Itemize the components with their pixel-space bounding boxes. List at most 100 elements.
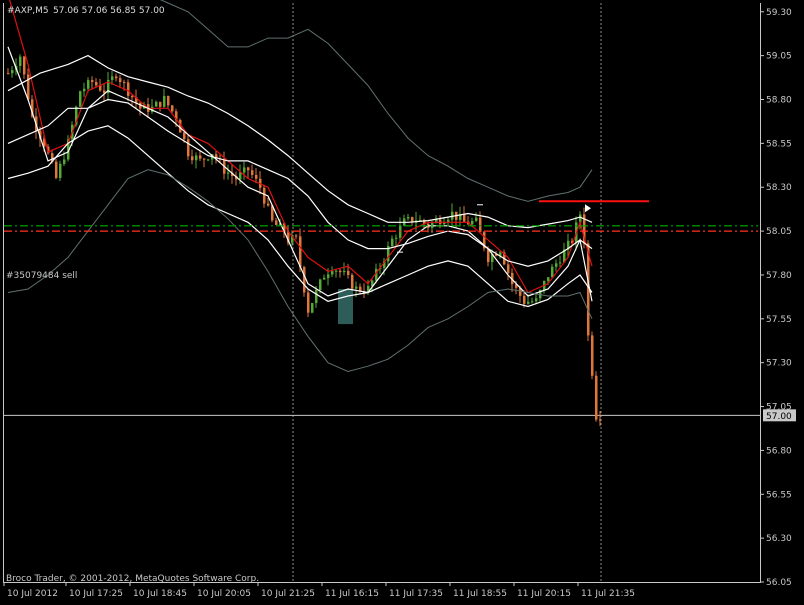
candle-bear <box>275 220 278 225</box>
candle-bull <box>63 159 66 164</box>
candle-bear <box>463 214 466 222</box>
candle-bear <box>131 95 134 98</box>
candle-bull <box>407 217 410 219</box>
chart-background <box>0 0 804 605</box>
candle-bear <box>183 132 186 140</box>
x-tick-label: 10 Jul 2012 <box>7 589 58 599</box>
y-tick-label: 58.55 <box>766 139 792 149</box>
candle-bear <box>123 82 126 84</box>
y-tick-label: 58.30 <box>766 183 792 193</box>
candle-bull <box>163 96 166 107</box>
candle-bear <box>299 236 302 268</box>
candle-bear <box>307 292 310 313</box>
ohlc-readout: 57.06 57.06 56.85 57.00 <box>53 6 165 16</box>
candle-bull <box>111 76 114 80</box>
x-tick-label: 11 Jul 17:35 <box>389 589 443 599</box>
candle-bear <box>159 101 162 107</box>
candle-bull <box>155 101 158 107</box>
candle-bull <box>11 70 14 74</box>
candle-bear <box>199 155 202 159</box>
current-price-badge: 57.00 <box>763 409 796 422</box>
candle-bull <box>87 80 90 89</box>
candle-bull <box>527 301 530 304</box>
candle-bear <box>251 170 254 175</box>
candle-bull <box>315 289 318 304</box>
candle-bull <box>79 91 82 107</box>
candle-bear <box>115 76 118 79</box>
candle-bull <box>551 266 554 278</box>
candle-bear <box>7 73 10 75</box>
candle-bear <box>591 335 594 376</box>
candle-bull <box>331 271 334 275</box>
candle-bull <box>343 270 346 273</box>
candle-bull <box>559 262 562 264</box>
candle-bear <box>599 419 602 421</box>
candle-bull <box>535 298 538 302</box>
symbol-label: #AXP,M5 <box>7 6 49 16</box>
x-tick-label: 11 Jul 16:15 <box>325 589 379 599</box>
y-tick-label: 56.55 <box>766 490 792 500</box>
candle-bear <box>171 105 174 112</box>
x-tick-label: 10 Jul 18:45 <box>133 589 187 599</box>
x-tick-label: 10 Jul 21:25 <box>261 589 315 599</box>
x-tick-label: 11 Jul 20:15 <box>517 589 571 599</box>
candle-bull <box>471 220 474 225</box>
candle-bear <box>23 56 26 75</box>
candle-bear <box>167 96 170 106</box>
candle-bull <box>391 238 394 247</box>
x-tick-label: 11 Jul 21:35 <box>581 589 635 599</box>
candle-bull <box>59 163 62 178</box>
candle-bull <box>327 274 330 278</box>
x-tick-label: 11 Jul 18:55 <box>453 589 507 599</box>
candle-bear <box>91 80 94 82</box>
candle-bull <box>547 277 550 282</box>
candle-bear <box>347 270 350 275</box>
candle-bull <box>83 88 86 92</box>
candle-bull <box>355 286 358 289</box>
marker-box <box>338 288 353 325</box>
candle-bull <box>19 56 22 66</box>
candle-bear <box>55 161 58 178</box>
copyright-text: Broco Trader, © 2001-2012, MetaQuotes So… <box>6 574 259 584</box>
candle-bear <box>191 156 194 161</box>
y-tick-label: 58.80 <box>766 96 792 106</box>
candle-bull <box>239 172 242 180</box>
y-tick-label: 57.80 <box>766 271 792 281</box>
candle-bear <box>263 187 266 204</box>
candle-bull <box>475 217 478 221</box>
y-tick-label: 57.30 <box>766 359 792 369</box>
candle-bear <box>351 274 354 289</box>
candle-bear <box>187 139 190 157</box>
candle-bull <box>207 159 210 161</box>
candle-bear <box>267 203 270 206</box>
x-tick-label: 10 Jul 17:25 <box>69 589 123 599</box>
candle-bear <box>295 235 298 237</box>
current-price-label: 57.00 <box>766 412 792 422</box>
candle-bear <box>95 81 98 86</box>
candle-bull <box>311 303 314 313</box>
candle-bull <box>555 263 558 267</box>
candle-bear <box>203 158 206 160</box>
candle-bear <box>247 167 250 171</box>
candle-bull <box>531 301 534 303</box>
y-tick-label: 57.55 <box>766 315 792 325</box>
candle-bear <box>255 174 258 179</box>
x-tick-label: 10 Jul 20:05 <box>197 589 251 599</box>
candle-bull <box>335 270 338 272</box>
candle-bear <box>127 82 130 96</box>
candle-bear <box>595 375 598 420</box>
candle-bull <box>227 172 230 174</box>
candle-bear <box>339 270 342 273</box>
y-tick-label: 56.80 <box>766 446 792 456</box>
y-tick-label: 59.05 <box>766 52 792 62</box>
y-tick-label: 59.30 <box>766 8 792 18</box>
price-chart[interactable]: 59.30 59.05 58.80 58.55 58.30 58.05 57.80 57.55… <box>0 0 804 605</box>
candle-bull <box>395 237 398 239</box>
order-label: #35079484 sell <box>6 271 77 281</box>
candle-bear <box>27 74 30 100</box>
candle-bear <box>303 267 306 293</box>
candle-bull <box>323 277 326 280</box>
candle-bear <box>119 78 122 83</box>
candle-bull <box>243 167 246 173</box>
candle-bull <box>319 279 322 290</box>
